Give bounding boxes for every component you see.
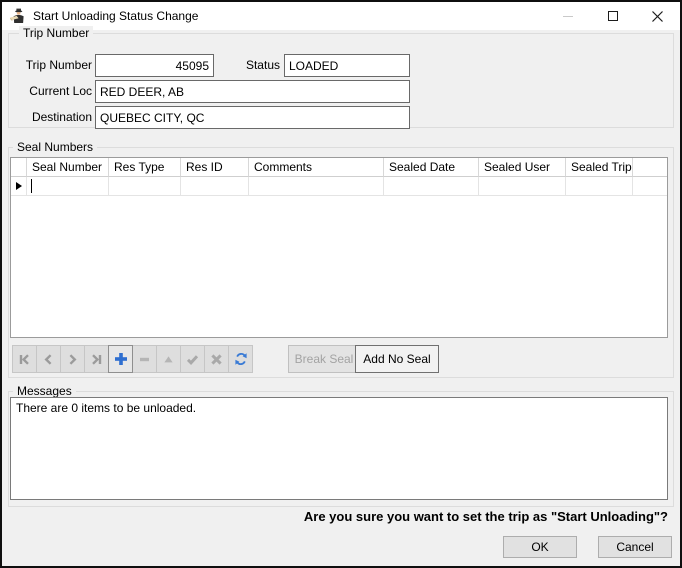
- sealed-trip-cell[interactable]: [566, 177, 633, 196]
- column-header-sealed-user: Sealed User: [479, 158, 566, 177]
- post-edit-button[interactable]: [180, 345, 205, 373]
- comments-cell[interactable]: [249, 177, 384, 196]
- sealed-user-cell[interactable]: [479, 177, 566, 196]
- status-field[interactable]: [284, 54, 410, 77]
- prior-record-button[interactable]: [36, 345, 61, 373]
- close-button[interactable]: [635, 2, 680, 30]
- trip-number-field[interactable]: [95, 54, 214, 77]
- courier-person-icon: [10, 8, 24, 23]
- titlebar: Start Unloading Status Change: [2, 2, 680, 30]
- insert-record-button[interactable]: [108, 345, 133, 373]
- maximize-icon: [607, 11, 618, 21]
- grid-corner-cell: [11, 158, 27, 177]
- next-record-icon: [69, 353, 77, 365]
- table-row[interactable]: [11, 177, 667, 196]
- filler-cell: [633, 177, 667, 196]
- db-navigator: [12, 345, 253, 373]
- seal-numbers-group-label: Seal Numbers: [13, 140, 98, 154]
- prior-record-icon: [44, 353, 52, 365]
- seal-number-edit-cell[interactable]: [27, 177, 109, 196]
- text-caret: [31, 179, 32, 193]
- res-type-cell[interactable]: [109, 177, 181, 196]
- confirm-question-text: Are you sure you want to set the trip as…: [303, 509, 668, 524]
- minimize-button[interactable]: [545, 2, 590, 30]
- add-no-seal-label: Add No Seal: [363, 352, 431, 366]
- first-record-button[interactable]: [12, 345, 37, 373]
- cancel-edit-icon: [211, 353, 222, 365]
- messages-memo[interactable]: There are 0 items to be unloaded.: [10, 397, 668, 500]
- edit-record-button[interactable]: [156, 345, 181, 373]
- post-edit-icon: [186, 354, 199, 365]
- close-icon: [652, 10, 663, 22]
- maximize-button[interactable]: [590, 2, 635, 30]
- last-record-icon: [92, 353, 102, 365]
- messages-text: There are 0 items to be unloaded.: [16, 401, 197, 415]
- row-selector-cell: [11, 177, 27, 196]
- column-header-res-type: Res Type: [109, 158, 181, 177]
- seal-grid[interactable]: Seal Number Res Type Res ID Comments Sea…: [10, 157, 668, 338]
- delete-record-button[interactable]: [132, 345, 157, 373]
- destination-field[interactable]: [95, 106, 410, 129]
- column-header-res-id: Res ID: [181, 158, 249, 177]
- dialog-window: Start Unloading Status Change Trip Numbe: [0, 0, 682, 568]
- res-id-cell[interactable]: [181, 177, 249, 196]
- current-loc-label: Current Loc: [29, 84, 92, 98]
- add-no-seal-button[interactable]: Add No Seal: [355, 345, 439, 373]
- window-title: Start Unloading Status Change: [33, 9, 199, 23]
- column-header-seal-number: Seal Number: [27, 158, 109, 177]
- status-label: Status: [245, 58, 280, 72]
- seal-grid-header: Seal Number Res Type Res ID Comments Sea…: [11, 158, 667, 177]
- refresh-button[interactable]: [228, 345, 253, 373]
- next-record-button[interactable]: [60, 345, 85, 373]
- ok-button[interactable]: OK: [503, 536, 577, 558]
- current-loc-field[interactable]: [95, 80, 410, 103]
- break-seal-label: Break Seal: [294, 352, 354, 366]
- cancel-button[interactable]: Cancel: [598, 536, 672, 558]
- ok-button-label: OK: [531, 540, 549, 554]
- break-seal-button[interactable]: Break Seal: [288, 345, 360, 373]
- delete-record-icon: [140, 357, 149, 361]
- messages-group-label: Messages: [13, 384, 76, 398]
- edit-record-icon: [164, 355, 173, 362]
- insert-record-icon: [114, 353, 127, 365]
- destination-label: Destination: [31, 110, 92, 124]
- current-row-arrow-icon: [15, 182, 22, 190]
- minimize-icon: [562, 15, 573, 17]
- trip-number-group-label: Trip Number: [19, 26, 94, 40]
- column-header-sealed-date: Sealed Date: [384, 158, 479, 177]
- last-record-button[interactable]: [84, 345, 109, 373]
- sealed-date-cell[interactable]: [384, 177, 479, 196]
- column-header-filler: [633, 158, 667, 177]
- cancel-edit-button[interactable]: [204, 345, 229, 373]
- trip-number-label: Trip Number: [25, 58, 92, 72]
- column-header-sealed-trip: Sealed Trip: [566, 158, 633, 177]
- column-header-comments: Comments: [249, 158, 384, 177]
- cancel-button-label: Cancel: [616, 540, 654, 554]
- first-record-icon: [19, 353, 29, 365]
- refresh-icon: [234, 353, 247, 365]
